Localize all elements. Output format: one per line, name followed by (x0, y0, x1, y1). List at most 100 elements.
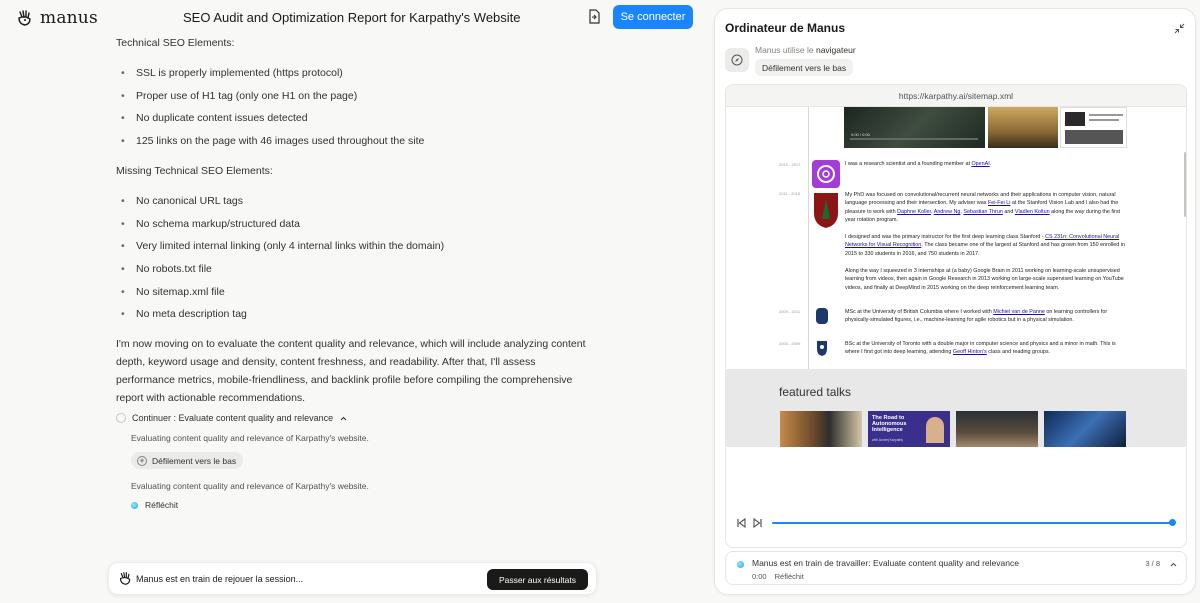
chevron-up-icon[interactable] (339, 414, 348, 423)
stanford-logo-icon (812, 191, 840, 229)
skip-to-results-button[interactable]: Passer aux résultats (487, 569, 588, 590)
missing-heading: Missing Technical SEO Elements: (116, 165, 273, 177)
compass-icon: ◈ (137, 455, 147, 466)
koltun-link[interactable]: Vladlen Koltun (1015, 209, 1050, 215)
list-item: Very limited internal linking (only 4 in… (121, 240, 444, 252)
thinking-status: Réfléchit (131, 500, 178, 510)
video-player[interactable]: 0:00 / 0:00 (844, 107, 985, 148)
ng-link[interactable]: Andrew Ng (934, 209, 961, 215)
featured-talks-title: featured talks (779, 385, 852, 399)
list-item: No schema markup/structured data (121, 218, 300, 230)
manus-logo[interactable]: manus (16, 8, 98, 28)
logo-text: manus (40, 8, 98, 28)
talk-thumbnail[interactable]: The Road to Autonomous Intelligence with… (868, 411, 950, 447)
working-dot-icon (737, 561, 744, 568)
task-text: Manus est en train de travailler: Evalua… (752, 558, 1019, 568)
ubc-logo-icon (816, 308, 828, 324)
task-status: Réfléchit (774, 572, 804, 581)
url-bar: https://karpathy.ai/sitemap.xml (726, 85, 1186, 107)
replay-text: Manus est en train de rejouer la session… (136, 574, 304, 584)
video-progress[interactable] (850, 138, 978, 140)
playback-knob[interactable] (1169, 519, 1176, 526)
year-label: 2009 - 2011 (779, 309, 801, 314)
openai-logo-icon (812, 160, 840, 188)
uoft-logo-icon (816, 339, 828, 357)
bio-internships: Along the way I squeezed in 3 internship… (845, 268, 1124, 291)
step-status-circle-icon (116, 413, 126, 423)
fei-fei-link[interactable]: Fei-Fei Li (988, 200, 1010, 206)
talk-photo (988, 107, 1058, 148)
agent-action-chip: Défilement vers le bas (755, 59, 854, 76)
step-label: Continuer : Evaluate content quality and… (132, 413, 334, 423)
list-item: SSL is properly implemented (https proto… (121, 67, 343, 79)
van-de-panne-link[interactable]: Michiel van de Panne (993, 309, 1045, 315)
talk-thumbnail-title: The Road to Autonomous Intelligence (872, 415, 907, 434)
task-status-bar[interactable]: Manus est en train de travailler: Evalua… (725, 551, 1187, 585)
technical-heading: Technical SEO Elements: (116, 37, 235, 49)
browser-viewport[interactable]: 0:00 / 0:00 2015 - 2017 I was a research… (726, 107, 1186, 447)
list-item: No robots.txt file (121, 263, 212, 275)
paper-screenshot (1060, 107, 1127, 148)
talk-thumbnail[interactable] (780, 411, 862, 447)
koller-link[interactable]: Daphne Koller (897, 209, 931, 215)
bio-stanford: My PhD was focused on convolutional/recu… (845, 191, 1125, 225)
bio-text: class and reading groups. (986, 349, 1051, 356)
computer-panel: Ordinateur de Manus Manus utilise le nav… (714, 8, 1196, 595)
thrun-link[interactable]: Sebastian Thrun (963, 209, 1002, 215)
bio-cs231n: I designed and was the primary instructo… (845, 233, 1125, 258)
featured-talks-section: featured talks The Road to Autonomous In… (726, 369, 1186, 447)
talk-thumbnail[interactable] (1044, 411, 1126, 447)
compass-icon (731, 54, 743, 66)
skip-forward-icon[interactable] (753, 518, 763, 528)
manus-hand-icon (119, 572, 131, 585)
step-description: Evaluating content quality and relevance… (131, 433, 369, 443)
viewport-scrollbar[interactable] (1184, 152, 1186, 217)
replay-bar: Manus est en train de rejouer la session… (108, 562, 597, 595)
browser-window: https://karpathy.ai/sitemap.xml 0:00 / 0… (725, 84, 1187, 548)
list-item: No meta description tag (121, 308, 247, 320)
bio-text: I was a research scientist and a foundin… (845, 161, 972, 167)
thinking-dot-icon (131, 501, 138, 509)
list-item: No canonical URL tags (121, 195, 243, 207)
playback-progress[interactable] (772, 522, 1172, 524)
agent-tool-line: Manus utilise le navigateur (755, 45, 856, 55)
video-time: 0:00 / 0:00 (851, 132, 870, 137)
bio-ubc: MSc at the University of British Columbi… (845, 308, 1125, 325)
bio-uoft: BSc at the University of Toronto with a … (845, 340, 1125, 357)
list-item: 125 links on the page with 46 images use… (121, 135, 424, 147)
chip-label: Défilement vers le bas (152, 455, 237, 466)
skip-back-icon[interactable] (736, 518, 746, 528)
manus-hand-icon (18, 10, 31, 26)
page-title: SEO Audit and Optimization Report for Ka… (183, 10, 521, 25)
task-sub: 0:00 Réfléchit (752, 572, 804, 581)
bio-text: MSc at the University of British Columbi… (845, 309, 994, 315)
year-label: 2011 - 2015 (779, 191, 801, 196)
chevron-up-icon[interactable] (1169, 560, 1178, 569)
list-item: No sitemap.xml file (121, 286, 225, 298)
agent-tool-name: navigateur (815, 45, 856, 55)
bio-openai: I was a research scientist and a foundin… (845, 161, 992, 167)
status-paragraph: I'm now moving on to evaluate the conten… (116, 338, 586, 404)
bio-text: and (1002, 208, 1015, 215)
year-label: 2015 - 2017 (779, 162, 801, 167)
task-time: 0:00 (752, 572, 767, 581)
openai-link[interactable]: OpenAI (971, 161, 989, 167)
timeline-line (808, 107, 809, 369)
task-step-count: 3 / 8 (1145, 559, 1160, 568)
browser-tool-icon (725, 48, 749, 72)
agent-prefix: Manus utilise le (755, 45, 814, 55)
panel-title: Ordinateur de Manus (725, 21, 846, 35)
step-description: Evaluating content quality and relevance… (131, 481, 369, 491)
talk-thumbnail-author: with Andrej Karpathy (872, 438, 904, 442)
year-label: 2005 - 2009 (779, 341, 801, 346)
list-item: No duplicate content issues detected (121, 112, 308, 124)
talk-thumbnail[interactable] (956, 411, 1038, 447)
bio-text: I designed and was the primary instructo… (845, 234, 1046, 240)
hinton-link[interactable]: Geoff Hinton's (953, 349, 987, 355)
share-file-icon[interactable] (587, 9, 601, 25)
step-continue[interactable]: Continuer : Evaluate content quality and… (116, 413, 348, 423)
list-item: Proper use of H1 tag (only one H1 on the… (121, 90, 357, 102)
collapse-icon[interactable] (1174, 23, 1185, 34)
connect-button[interactable]: Se connecter (613, 5, 693, 29)
action-chip-scroll[interactable]: ◈ Défilement vers le bas (131, 452, 244, 469)
